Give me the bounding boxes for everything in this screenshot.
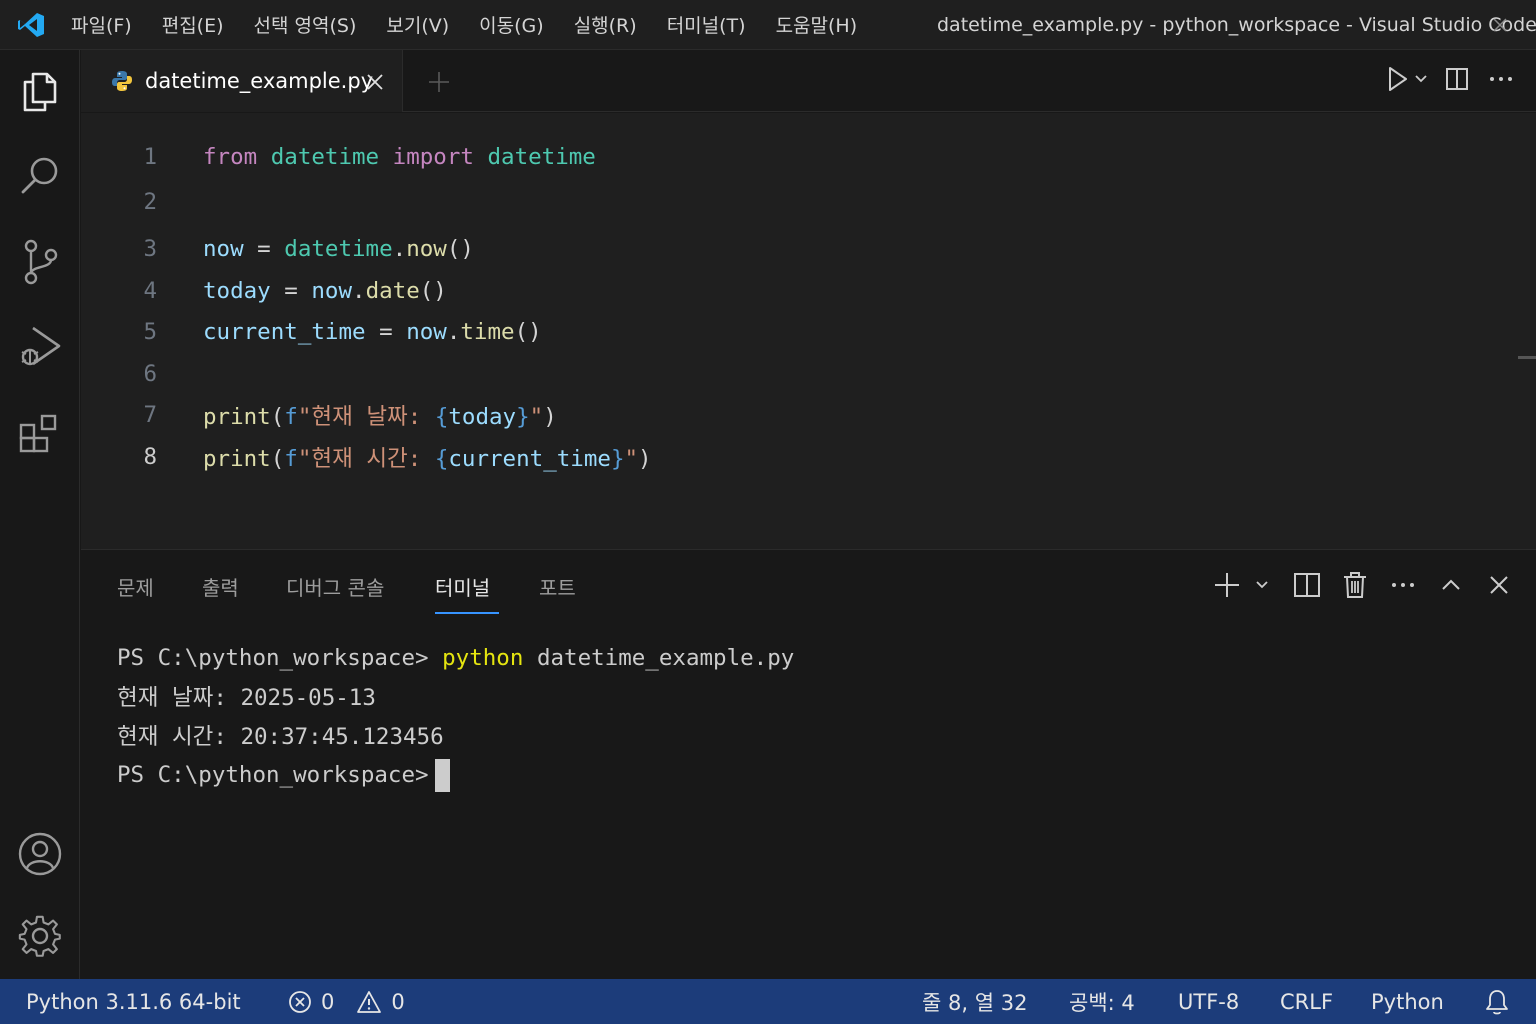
line-number-current: 8: [143, 444, 157, 470]
menu-bar: 파일(F) 편집(E) 선택 영역(S) 보기(V) 이동(G) 실행(R) 터…: [56, 0, 872, 49]
extensions-icon[interactable]: [16, 410, 64, 458]
split-editor-icon[interactable]: [1442, 64, 1472, 94]
notifications-bell-icon[interactable]: [1484, 979, 1510, 1024]
terminal-line: PS C:\python_workspace> python datetime_…: [117, 640, 794, 676]
cursor-position[interactable]: 줄 8, 열 32: [922, 979, 1027, 1024]
menu-selection[interactable]: 선택 영역(S): [239, 0, 372, 49]
end-of-line[interactable]: CRLF: [1280, 979, 1333, 1024]
terminal-command: python: [442, 645, 524, 671]
terminal-cursor: [434, 758, 450, 792]
explorer-icon[interactable]: [16, 68, 64, 116]
run-file-icon[interactable]: [1384, 64, 1428, 94]
gear-icon[interactable]: [16, 912, 64, 960]
python-interpreter[interactable]: Python 3.11.6 64-bit: [26, 979, 241, 1024]
vscode-logo-icon: [18, 12, 44, 37]
indentation[interactable]: 공백: 4: [1069, 979, 1135, 1024]
language-mode[interactable]: Python: [1371, 979, 1444, 1024]
python-file-icon: [112, 71, 132, 91]
code-text: today = now.date(): [203, 278, 447, 304]
tab-output[interactable]: 출력: [202, 572, 239, 601]
code-text: print(f"현재 날짜: {today}"): [203, 404, 557, 430]
line-number: 3: [143, 236, 157, 262]
menu-go[interactable]: 이동(G): [464, 0, 559, 49]
menu-run[interactable]: 실행(R): [559, 0, 652, 49]
new-terminal-icon[interactable]: [1212, 570, 1274, 600]
encoding[interactable]: UTF-8: [1178, 979, 1239, 1024]
scrollbar-marker[interactable]: [1518, 356, 1536, 359]
line-number: 2: [143, 189, 157, 215]
close-icon[interactable]: [1488, 13, 1512, 37]
tab-ports[interactable]: 포트: [539, 572, 576, 601]
menu-view[interactable]: 보기(V): [371, 0, 464, 49]
terminal-prompt: PS C:\python_workspace>: [117, 762, 429, 788]
trash-icon[interactable]: [1340, 570, 1370, 600]
active-tab-indicator: [435, 612, 499, 614]
menu-help[interactable]: 도움말(H): [761, 0, 873, 49]
tab-close-icon[interactable]: [365, 72, 385, 92]
terminal-command-arg: datetime_example.py: [536, 645, 795, 671]
menu-edit[interactable]: 편집(E): [147, 0, 239, 49]
close-panel-icon[interactable]: [1484, 570, 1514, 600]
code-text: current_time = now.time(): [203, 319, 542, 345]
run-debug-icon[interactable]: [16, 324, 64, 372]
line-number: 1: [143, 144, 157, 170]
warning-count: 0: [391, 989, 405, 1014]
line-number: 7: [143, 402, 157, 428]
status-bar: Python 3.11.6 64-bit 0 0 줄 8, 열 32 공백: 4…: [0, 979, 1536, 1024]
title-bar: 파일(F) 편집(E) 선택 영역(S) 보기(V) 이동(G) 실행(R) 터…: [0, 0, 1536, 50]
source-control-icon[interactable]: [16, 238, 64, 286]
terminal-output-line: 현재 시간: 20:37:45.123456: [117, 724, 444, 750]
code-text: from datetime import datetime: [203, 144, 596, 170]
tab-datetime-example[interactable]: datetime_example.py: [81, 50, 403, 112]
warning-icon: [357, 990, 382, 1013]
account-icon[interactable]: [16, 830, 64, 878]
menu-file[interactable]: 파일(F): [56, 0, 147, 49]
code-editor[interactable]: 1 from datetime import datetime 2 3 now …: [81, 113, 1536, 549]
tab-terminal[interactable]: 터미널: [435, 572, 490, 601]
problems-indicator[interactable]: 0 0: [288, 979, 405, 1024]
split-terminal-icon[interactable]: [1292, 570, 1322, 600]
maximize-panel-icon[interactable]: [1436, 570, 1466, 600]
tab-problems[interactable]: 문제: [117, 572, 154, 601]
terminal-line[interactable]: PS C:\python_workspace>: [117, 757, 450, 793]
error-count: 0: [321, 989, 335, 1014]
panel-actions: [1212, 570, 1514, 600]
line-number: 6: [143, 361, 157, 387]
terminal-prompt: PS C:\python_workspace>: [117, 645, 429, 671]
more-actions-icon[interactable]: [1388, 570, 1418, 600]
tab-label: datetime_example.py: [145, 69, 374, 93]
search-icon[interactable]: [16, 152, 64, 200]
editor-actions: [1384, 64, 1516, 94]
line-number: 4: [143, 278, 157, 304]
code-text: print(f"현재 시간: {current_time}"): [203, 446, 652, 472]
code-text: now = datetime.now(): [203, 236, 474, 262]
line-number: 5: [143, 319, 157, 345]
terminal-output-line: 현재 날짜: 2025-05-13: [117, 685, 376, 711]
tab-debug-console[interactable]: 디버그 콘솔: [286, 572, 384, 601]
error-icon: [289, 990, 311, 1013]
editor-tab-bar: datetime_example.py: [81, 50, 1536, 112]
bottom-panel: 문제 출력 디버그 콘솔 터미널 포트 PS C:\python_workspa…: [81, 549, 1536, 979]
menu-terminal[interactable]: 터미널(T): [652, 0, 761, 49]
activity-bar: [0, 50, 80, 979]
window-title: datetime_example.py - python_workspace -…: [937, 14, 1536, 36]
more-actions-icon[interactable]: [1486, 64, 1516, 94]
new-tab-plus-icon[interactable]: [427, 70, 451, 94]
